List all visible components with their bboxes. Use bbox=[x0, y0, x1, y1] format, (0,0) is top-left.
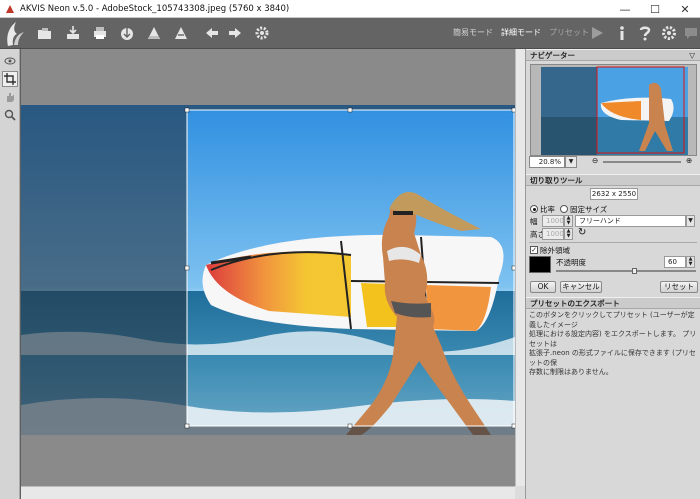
maximize-button[interactable]: ☐ bbox=[640, 0, 670, 18]
print-icon[interactable] bbox=[91, 24, 109, 42]
preferences-icon[interactable] bbox=[660, 24, 678, 42]
opacity-field[interactable]: 60 bbox=[664, 256, 686, 268]
preset-export-desc-line: 処理における設定内容) をエクスポートします。 プリセットは bbox=[529, 330, 697, 348]
zoom-dropdown[interactable]: ▼ bbox=[565, 156, 577, 168]
width-spinner[interactable]: ▲ ▼ bbox=[564, 215, 573, 227]
horizontal-scrollbar[interactable] bbox=[21, 486, 515, 499]
main-toolbar: 簡易モード 詳細モード プリセット bbox=[0, 18, 700, 49]
opacity-spinner[interactable]: ▲ ▼ bbox=[686, 256, 695, 268]
crop-mode-dropdown[interactable]: ▼ bbox=[686, 215, 695, 227]
window-controls: — ☐ ✕ bbox=[610, 0, 700, 18]
eye-icon bbox=[4, 57, 16, 65]
zoom-tool[interactable] bbox=[2, 107, 18, 123]
navigator-preview[interactable] bbox=[530, 64, 697, 156]
navigator-header[interactable]: ナビゲーター ▽ bbox=[526, 49, 700, 61]
divider bbox=[529, 242, 697, 243]
hand-tool[interactable] bbox=[2, 89, 18, 105]
export-icon[interactable] bbox=[172, 24, 190, 42]
preset-export-header: プリセットのエクスポート bbox=[526, 297, 700, 309]
preset-export-desc-line: 拡張子.neon の形式ファイルに保存できます (プリセットの保 bbox=[529, 349, 696, 367]
reset-button[interactable]: リセット bbox=[660, 281, 698, 293]
opacity-slider-handle[interactable] bbox=[632, 268, 637, 274]
easy-mode-button[interactable]: 簡易モード bbox=[453, 27, 493, 38]
import-icon[interactable] bbox=[145, 24, 163, 42]
info-icon[interactable] bbox=[613, 24, 631, 42]
ratio-radio[interactable] bbox=[530, 205, 538, 213]
height-field[interactable]: 1000 bbox=[542, 228, 564, 240]
zoom-field[interactable]: 20.8% bbox=[529, 156, 565, 168]
preset-export-desc-line: このボタンをクリックしてプリセット (ユーザーが定義したイメージ bbox=[529, 311, 695, 329]
ratio-label: 比率 bbox=[540, 205, 555, 214]
advanced-mode-button[interactable]: 詳細モード bbox=[501, 27, 541, 38]
undo-icon[interactable] bbox=[203, 24, 221, 42]
surfer-photo bbox=[21, 105, 515, 435]
settings-gear-icon[interactable] bbox=[253, 24, 271, 42]
exclude-checkbox[interactable]: ✓ bbox=[530, 246, 538, 254]
zoom-icon bbox=[4, 109, 16, 121]
crop-icon bbox=[4, 73, 16, 85]
akvis-neon-logo-icon bbox=[7, 22, 24, 46]
height-spinner[interactable]: ▲ ▼ bbox=[564, 228, 573, 240]
opacity-slider[interactable] bbox=[556, 270, 696, 272]
opacity-label: 不透明度 bbox=[556, 258, 586, 267]
crop-tool[interactable] bbox=[2, 71, 18, 87]
crop-tool-header: 切り取りツール bbox=[526, 174, 700, 186]
notifications-icon[interactable] bbox=[682, 24, 700, 42]
help-icon[interactable] bbox=[636, 24, 654, 42]
collapse-chevron-icon[interactable]: ▽ bbox=[689, 50, 695, 61]
exclude-label: 除外領域 bbox=[540, 246, 570, 255]
tool-column bbox=[0, 49, 20, 499]
fixed-size-radio[interactable] bbox=[560, 205, 568, 213]
minimize-button[interactable]: — bbox=[610, 0, 640, 18]
width-field[interactable]: 1000 bbox=[542, 215, 564, 227]
preset-export-title: プリセットのエクスポート bbox=[530, 299, 620, 308]
zoom-in-icon[interactable]: ⊕ bbox=[686, 156, 692, 165]
run-icon[interactable] bbox=[588, 24, 606, 42]
share-icon[interactable] bbox=[118, 24, 136, 42]
crop-tool-title: 切り取りツール bbox=[530, 176, 583, 185]
ok-button[interactable]: OK bbox=[530, 281, 556, 293]
rotate-icon[interactable]: ↻ bbox=[578, 227, 586, 238]
width-label: 幅 bbox=[530, 217, 538, 226]
redo-icon[interactable] bbox=[226, 24, 244, 42]
vertical-scrollbar[interactable] bbox=[515, 49, 525, 486]
save-icon[interactable] bbox=[64, 24, 82, 42]
navigator-title: ナビゲーター bbox=[530, 51, 575, 60]
title-bar: AKVIS Neon v.5.0 - AdobeStock_105743308.… bbox=[0, 0, 700, 18]
before-after-tool[interactable] bbox=[2, 53, 18, 69]
window-title: AKVIS Neon v.5.0 - AdobeStock_105743308.… bbox=[20, 3, 290, 14]
hand-icon bbox=[7, 93, 14, 102]
crop-size-readout: 2632 x 2550 bbox=[590, 188, 638, 200]
fixed-size-label: 固定サイズ bbox=[570, 205, 608, 214]
open-icon[interactable] bbox=[36, 24, 54, 42]
image-canvas[interactable] bbox=[21, 49, 515, 486]
zoom-out-icon[interactable]: ⊖ bbox=[592, 156, 598, 165]
presets-button[interactable]: プリセット bbox=[549, 27, 589, 38]
close-button[interactable]: ✕ bbox=[670, 0, 700, 18]
navigator-thumbnail bbox=[531, 65, 696, 155]
scroll-corner bbox=[515, 486, 525, 499]
preset-export-description: このボタンをクリックしてプリセット (ユーザーが定義したイメージ 処理における設… bbox=[529, 311, 699, 378]
overlay-color-swatch[interactable] bbox=[529, 256, 551, 273]
cancel-button[interactable]: キャンセル bbox=[560, 281, 602, 293]
crop-mode-select[interactable]: フリーハンド bbox=[575, 215, 686, 227]
app-logo-icon bbox=[6, 4, 14, 13]
zoom-slider[interactable] bbox=[603, 161, 681, 163]
preset-export-desc-line: 存数に制限はありません。 bbox=[529, 368, 613, 376]
settings-panel: ナビゲーター ▽ 20.8% ▼ ⊖ ⊕ 切り取りツール 2632 x 2550… bbox=[525, 49, 700, 499]
